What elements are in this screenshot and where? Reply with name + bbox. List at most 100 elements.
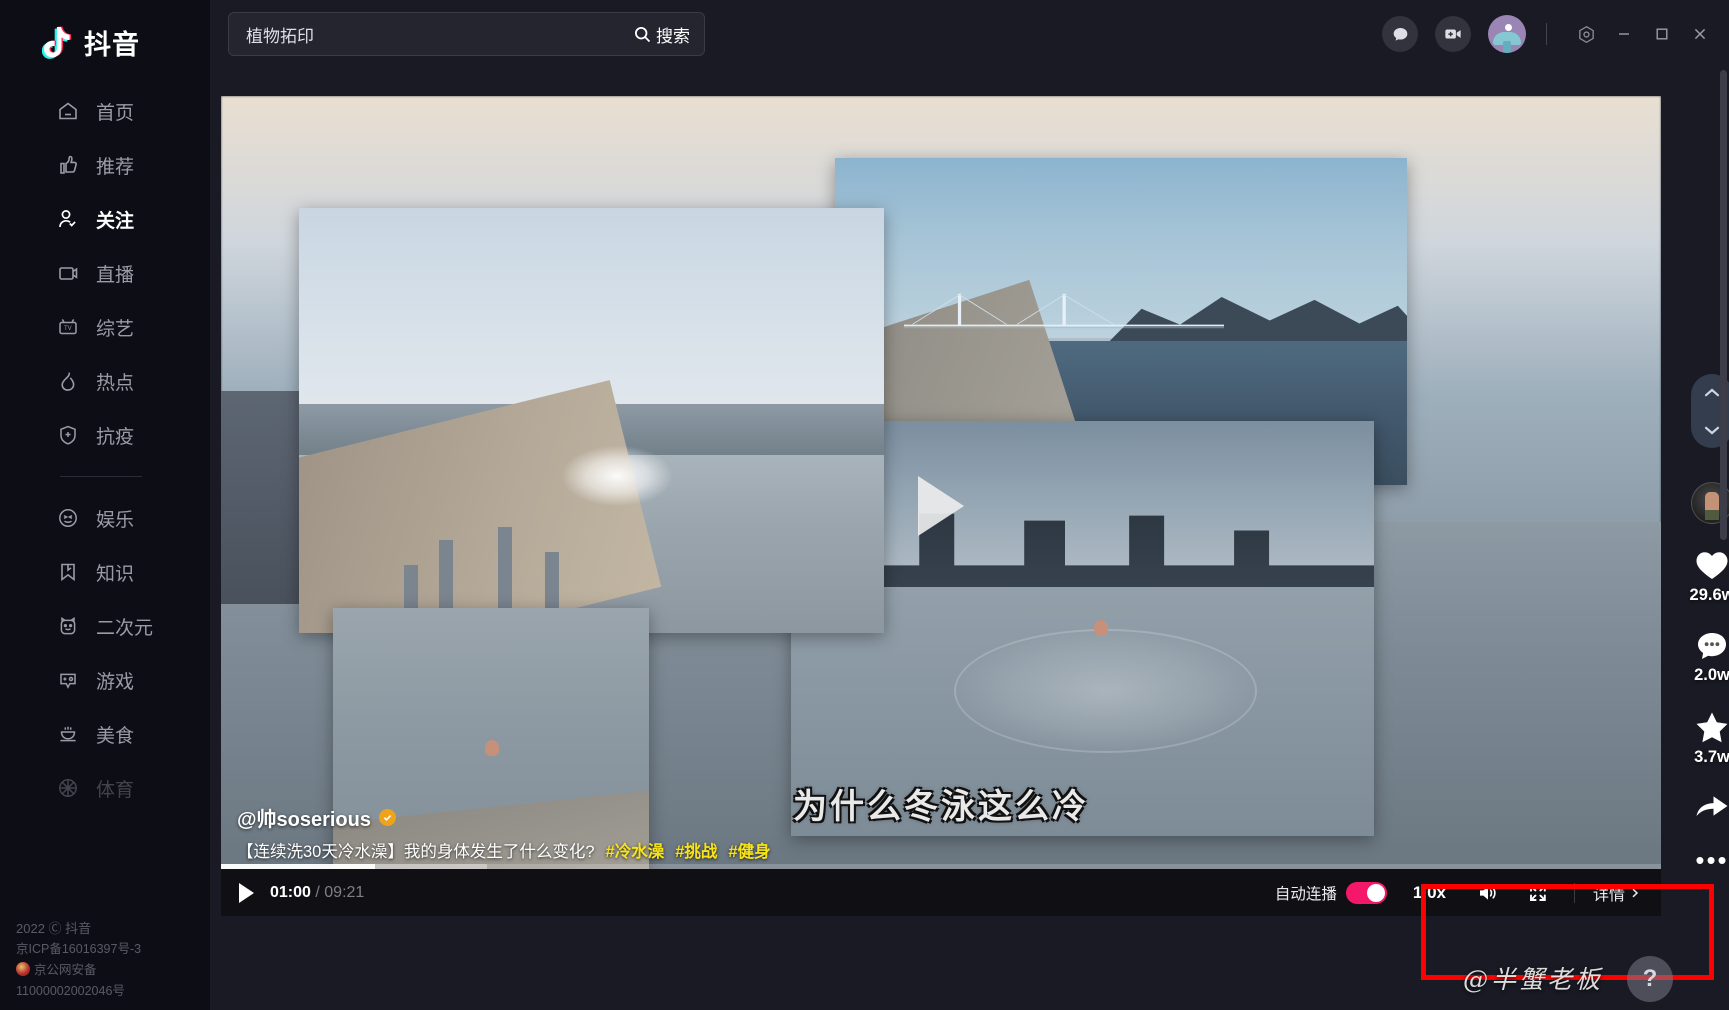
video-stage: 为什么冬泳这么冷 @帅soserious 【连续洗30天冷水澡】我的身体发生了什… — [221, 96, 1729, 1010]
sidebar-item-label: 二次元 — [96, 617, 154, 639]
video-frame-splash — [299, 208, 884, 633]
play-triangle-icon[interactable] — [918, 476, 964, 536]
sidebar-item-label: 知识 — [96, 563, 135, 585]
sidebar-divider — [60, 476, 142, 477]
chevron-up-icon[interactable] — [1702, 386, 1722, 400]
police-record-number[interactable]: 11000002002046号 — [16, 981, 141, 1002]
autoplay-toggle[interactable] — [1345, 881, 1387, 904]
main-area: 搜索 — [211, 0, 1729, 1010]
video-upload-icon — [1443, 24, 1463, 44]
settings-button[interactable] — [1567, 14, 1605, 54]
sidebar-item-live[interactable]: 直播 — [0, 246, 210, 300]
search-button-label: 搜索 — [656, 26, 690, 46]
maximize-button[interactable] — [1643, 14, 1681, 54]
sidebar-item-label: 综艺 — [96, 318, 135, 340]
sidebar-item-label: 首页 — [96, 102, 135, 124]
sidebar-item-label: 美食 — [96, 725, 135, 747]
player-controls: 01:00 / 09:21 自动连播 1.0x 详情 — [221, 869, 1661, 916]
video-subtitle: 为什么冬泳这么冷 — [793, 787, 1089, 827]
sidebar-item-entertainment[interactable]: 娱乐 — [0, 491, 210, 545]
chevron-down-icon[interactable] — [1702, 423, 1722, 437]
verified-check-icon — [378, 809, 396, 826]
play-icon[interactable] — [239, 882, 254, 903]
basketball-icon — [56, 776, 80, 800]
top-right-actions — [1382, 0, 1729, 68]
video-player[interactable]: 为什么冬泳这么冷 @帅soserious 【连续洗30天冷水澡】我的身体发生了什… — [221, 96, 1661, 916]
svg-text:TV: TV — [64, 326, 72, 332]
playback-speed-button[interactable]: 1.0x — [1413, 883, 1446, 903]
flame-icon — [56, 369, 80, 393]
user-avatar[interactable] — [1488, 15, 1526, 53]
message-button[interactable] — [1382, 16, 1418, 52]
video-caption: 【连续洗30天冷水澡】我的身体发生了什么变化? — [237, 843, 595, 861]
fullscreen-button[interactable] — [1524, 879, 1552, 907]
top-bar: 搜索 — [211, 0, 1729, 68]
minimize-button[interactable] — [1605, 14, 1643, 54]
sidebar-item-label: 体育 — [96, 779, 135, 801]
hashtag[interactable]: #挑战 — [675, 838, 717, 862]
icp-license[interactable]: 京ICP备16016397号-3 — [16, 939, 141, 960]
app-root: 抖音 首页 推荐 关注 直播 TV 综艺 热点 抗疫 娱乐 知识 二次元 游戏 … — [0, 0, 1729, 1010]
video-info: @帅soserious 【连续洗30天冷水澡】我的身体发生了什么变化? #冷水澡… — [237, 803, 771, 862]
total-time: 09:21 — [324, 883, 365, 901]
scrollbar-thumb[interactable] — [1720, 70, 1727, 540]
volume-button[interactable] — [1474, 879, 1502, 907]
sidebar-item-variety[interactable]: TV 综艺 — [0, 300, 210, 354]
sidebar-item-hot[interactable]: 热点 — [0, 354, 210, 408]
home-icon — [56, 99, 80, 123]
brand[interactable]: 抖音 — [0, 0, 210, 70]
sidebar-item-label: 抗疫 — [96, 426, 135, 448]
time-separator: / — [315, 883, 320, 901]
author-name-row[interactable]: @帅soserious — [237, 803, 771, 832]
hashtag[interactable]: #健身 — [728, 838, 770, 862]
help-button[interactable]: ? — [1627, 956, 1673, 1002]
sidebar-item-label: 热点 — [96, 372, 135, 394]
sidebar-item-games[interactable]: 游戏 — [0, 653, 210, 707]
settings-gear-icon — [1577, 25, 1596, 44]
user-follow-icon — [56, 207, 80, 231]
sidebar-item-label: 游戏 — [96, 671, 135, 693]
toolbar-divider — [1546, 23, 1547, 45]
game-controller-icon — [56, 668, 80, 692]
volume-on-icon — [1477, 883, 1499, 903]
close-icon — [1692, 26, 1708, 42]
shield-plus-icon — [56, 423, 80, 447]
minimize-icon — [1616, 26, 1632, 42]
sidebar-item-label: 娱乐 — [96, 509, 135, 531]
bear-face-icon — [56, 614, 80, 638]
close-button[interactable] — [1681, 14, 1719, 54]
sidebar-footer: 2022 Ⓒ 抖音 京ICP备16016397号-3 京公网安备 1100000… — [16, 918, 141, 1002]
controls-divider — [1573, 882, 1575, 903]
sidebar-item-label: 推荐 — [96, 156, 135, 178]
fullscreen-icon — [1528, 883, 1548, 903]
live-screen-icon — [56, 261, 80, 285]
autoplay-label: 自动连播 — [1274, 885, 1337, 903]
sidebar-item-knowledge[interactable]: 知识 — [0, 545, 210, 599]
sidebar-item-anime[interactable]: 二次元 — [0, 599, 210, 653]
video-caption-row: 【连续洗30天冷水澡】我的身体发生了什么变化? #冷水澡 #挑战 #健身 — [237, 838, 771, 862]
hashtag[interactable]: #冷水澡 — [606, 838, 665, 862]
time-display: 01:00 / 09:21 — [270, 884, 364, 902]
page-scrollbar[interactable] — [1720, 70, 1727, 1008]
chevron-right-icon — [1629, 887, 1641, 899]
tv-icon: TV — [56, 315, 80, 339]
current-time: 01:00 — [270, 883, 311, 901]
search-input[interactable] — [246, 24, 634, 44]
search-bar[interactable]: 搜索 — [228, 12, 705, 56]
sidebar-item-recommend[interactable]: 推荐 — [0, 138, 210, 192]
tiktok-note-icon — [42, 25, 74, 59]
police-record[interactable]: 京公网安备 — [16, 960, 141, 981]
sidebar-item-home[interactable]: 首页 — [0, 84, 210, 138]
sidebar-nav: 首页 推荐 关注 直播 TV 综艺 热点 抗疫 娱乐 知识 二次元 游戏 美食 … — [0, 84, 210, 815]
sidebar-item-following[interactable]: 关注 — [0, 192, 210, 246]
sidebar-item-antiepidemic[interactable]: 抗疫 — [0, 408, 210, 462]
brand-name: 抖音 — [84, 29, 140, 60]
sidebar-item-label: 关注 — [96, 210, 135, 232]
search-button[interactable]: 搜索 — [634, 22, 690, 47]
upload-video-button[interactable] — [1435, 16, 1471, 52]
sidebar-item-sports[interactable]: 体育 — [0, 761, 210, 815]
sidebar-item-food[interactable]: 美食 — [0, 707, 210, 761]
bookmark-icon — [56, 560, 80, 584]
bowl-icon — [56, 722, 80, 746]
details-button[interactable]: 详情 — [1593, 881, 1657, 905]
